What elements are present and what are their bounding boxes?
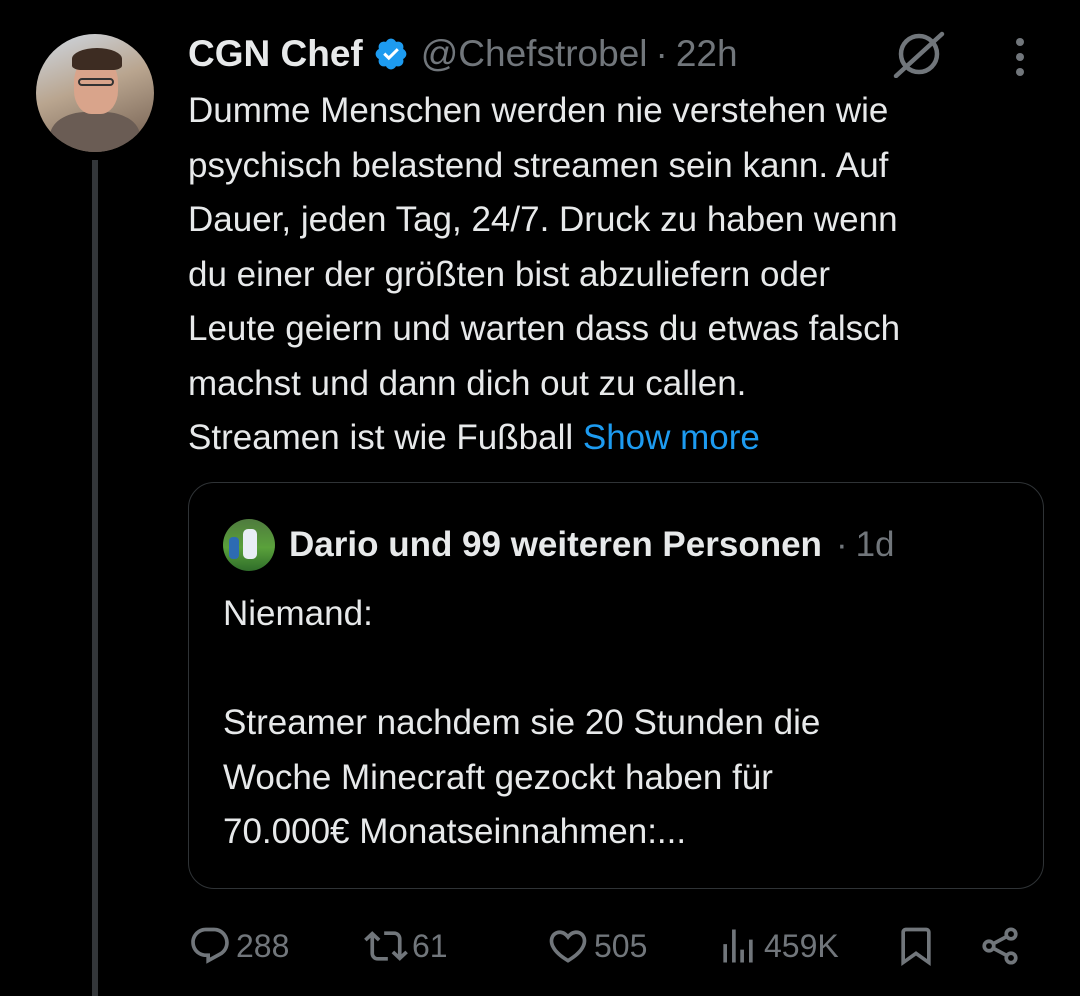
views-button[interactable]: 459K bbox=[716, 916, 839, 976]
quoted-text-line: Niemand: bbox=[223, 594, 373, 633]
bookmark-button[interactable] bbox=[894, 916, 938, 976]
repost-icon bbox=[364, 931, 408, 961]
avatar-figure bbox=[243, 529, 257, 559]
tweet-timestamp[interactable]: 22h bbox=[676, 33, 738, 75]
tweet-text-last-line: Streamen ist wie Fußball Show more bbox=[188, 411, 1048, 466]
quoted-author-name: Dario und 99 weiteren Personen bbox=[289, 525, 822, 564]
tweet-header: CGN Chef @Chefstrobel · 22h bbox=[188, 30, 738, 78]
quoted-text-line: 70.000€ Monatseinnahmen:... bbox=[223, 812, 687, 851]
quoted-author-avatar bbox=[223, 519, 275, 571]
quoted-text-line: Woche Minecraft gezockt haben für bbox=[223, 757, 773, 797]
show-more-link[interactable]: Show more bbox=[583, 418, 760, 457]
tweet-text-line: Dumme Menschen werden nie verstehen wie bbox=[188, 91, 889, 130]
more-vertical-icon[interactable] bbox=[1008, 34, 1032, 80]
author-name[interactable]: CGN Chef bbox=[188, 33, 363, 75]
reply-icon bbox=[191, 927, 229, 964]
tweet-text: Dumme Menschen werden nie verstehen wie … bbox=[188, 84, 1048, 466]
quoted-text-line: Streamer nachdem sie 20 Stunden die bbox=[223, 703, 821, 742]
tweet-text-line: psychisch belastend streamen sein kann. … bbox=[188, 145, 889, 185]
tweet-actions-bar: 288 61 505 459K bbox=[188, 916, 1028, 976]
repost-count: 61 bbox=[412, 927, 448, 964]
views-count: 459K bbox=[764, 927, 839, 964]
grok-icon[interactable] bbox=[890, 30, 948, 79]
tweet-text-line: machst und dann dich out zu callen. bbox=[188, 363, 747, 403]
like-count: 505 bbox=[594, 927, 648, 964]
verified-badge-icon bbox=[373, 36, 409, 72]
quoted-text-line bbox=[223, 642, 1023, 697]
share-icon bbox=[982, 927, 1018, 965]
quoted-tweet-card[interactable]: Dario und 99 weiteren Personen · 1d Niem… bbox=[188, 482, 1044, 889]
quoted-tweet-text: Niemand: Streamer nachdem sie 20 Stunden… bbox=[223, 587, 1023, 860]
reply-button[interactable]: 288 bbox=[188, 916, 289, 976]
author-handle[interactable]: @Chefstrobel bbox=[421, 33, 648, 75]
header-separator: · bbox=[655, 33, 668, 74]
views-icon bbox=[723, 929, 753, 963]
like-button[interactable]: 505 bbox=[546, 916, 647, 976]
reply-count: 288 bbox=[236, 927, 290, 964]
repost-button[interactable]: 61 bbox=[364, 916, 448, 976]
avatar-body bbox=[50, 112, 140, 152]
tweet-text-line: Streamen ist wie Fußball bbox=[188, 418, 574, 457]
share-button[interactable] bbox=[978, 916, 1022, 976]
avatar-hair bbox=[72, 48, 122, 70]
author-avatar[interactable] bbox=[36, 34, 154, 152]
tweet-text-line: du einer der größten bist abzuliefern od… bbox=[188, 254, 831, 294]
thread-line bbox=[92, 160, 98, 996]
tweet-text-line: Dauer, jeden Tag, 24/7. Druck zu haben w… bbox=[188, 200, 898, 239]
quoted-tweet-header: Dario und 99 weiteren Personen · 1d bbox=[223, 519, 895, 571]
tweet-text-line: Leute geiern und warten dass du etwas fa… bbox=[188, 309, 901, 348]
quoted-timestamp: 1d bbox=[855, 525, 895, 564]
avatar-figure bbox=[229, 537, 239, 559]
heart-icon bbox=[549, 930, 587, 963]
avatar-glasses bbox=[78, 78, 114, 86]
bookmark-icon bbox=[901, 927, 931, 967]
quoted-separator: · bbox=[835, 525, 848, 564]
